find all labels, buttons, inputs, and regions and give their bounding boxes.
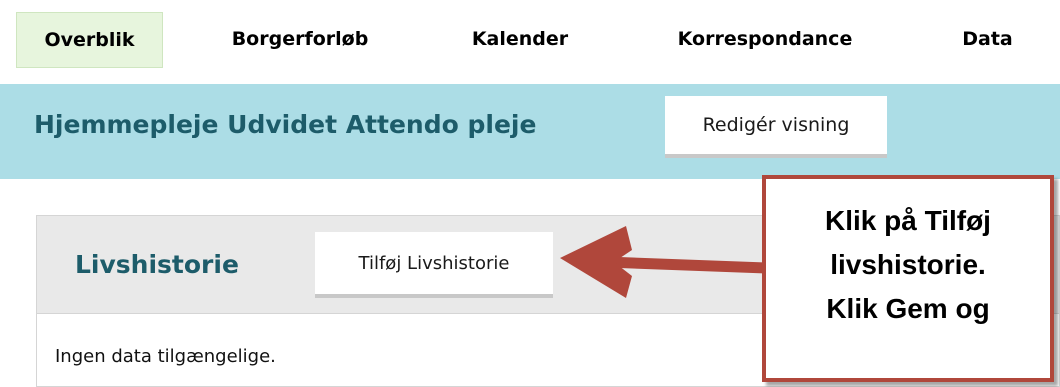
- annotation-callout: Klik på Tilføj livshistorie. Klik Gem og: [762, 175, 1054, 382]
- edit-view-button[interactable]: Redigér visning: [665, 96, 887, 158]
- callout-line-1: Klik på Tilføj: [825, 205, 991, 236]
- panel-title: Livshistorie: [75, 250, 239, 279]
- top-navigation: Overblik Borgerforløb Kalender Korrespon…: [0, 0, 1060, 84]
- nav-tab-kalender[interactable]: Kalender: [445, 12, 595, 66]
- page-title: Hjemmepleje Udvidet Attendo pleje: [34, 110, 537, 139]
- add-life-history-button[interactable]: Tilføj Livshistorie: [315, 232, 553, 298]
- empty-state-text: Ingen data tilgængelige.: [55, 346, 276, 367]
- callout-line-2: livshistorie.: [830, 249, 986, 280]
- nav-tab-data[interactable]: Data: [935, 12, 1040, 66]
- screen: Overblik Borgerforløb Kalender Korrespon…: [0, 0, 1060, 387]
- callout-line-3: Klik Gem og: [826, 293, 990, 324]
- nav-tab-borgerforloeb[interactable]: Borgerforløb: [210, 12, 390, 66]
- nav-tab-overblik[interactable]: Overblik: [16, 12, 163, 68]
- nav-tab-korrespondance[interactable]: Korrespondance: [645, 12, 885, 66]
- page-header: Hjemmepleje Udvidet Attendo pleje Redigé…: [0, 84, 1060, 179]
